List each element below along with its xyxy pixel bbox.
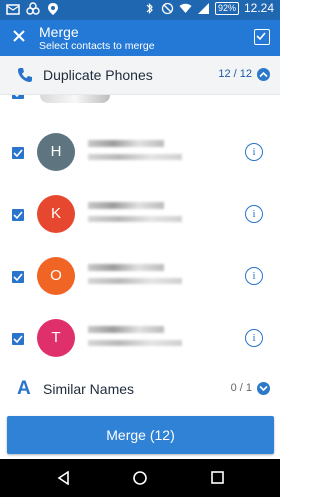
redacted-name	[88, 202, 164, 209]
list-item[interactable]: H i	[0, 123, 280, 185]
info-icon[interactable]: i	[245, 329, 263, 347]
navigation-bar	[0, 459, 280, 497]
merge-button[interactable]: Merge (12)	[7, 416, 274, 454]
redacted-phone	[88, 340, 182, 346]
similar-names-icon: A	[17, 378, 31, 399]
recents-icon[interactable]	[211, 471, 224, 484]
system-icons: 92% 12.24	[143, 1, 274, 15]
do-not-disturb-icon	[161, 2, 174, 14]
redacted-name	[88, 140, 164, 147]
section-similar-names[interactable]: A Similar Names 0 / 1	[0, 370, 280, 408]
avatar: T	[37, 319, 75, 357]
page-title: Merge	[39, 24, 79, 40]
contact-checkbox[interactable]	[12, 95, 24, 99]
wifi-icon	[179, 3, 192, 13]
redacted-name	[88, 326, 164, 333]
select-all-checkbox[interactable]	[254, 29, 270, 45]
redacted-name	[88, 264, 164, 271]
chevron-down-icon[interactable]	[257, 382, 270, 395]
section-duplicate-phones[interactable]: Duplicate Phones 12 / 12	[0, 56, 280, 95]
close-icon[interactable]	[12, 29, 26, 43]
home-icon[interactable]	[133, 471, 147, 485]
app-bar: Merge Select contacts to merge	[0, 20, 280, 56]
redacted-phone	[88, 278, 182, 284]
contact-checkbox[interactable]	[12, 271, 24, 283]
list-item[interactable]: O i	[0, 247, 280, 309]
chevron-up-icon[interactable]	[257, 68, 270, 81]
contact-checkbox[interactable]	[12, 209, 24, 221]
contact-checkbox[interactable]	[12, 147, 24, 159]
page-subtitle: Select contacts to merge	[39, 40, 155, 52]
phone-icon	[18, 68, 32, 82]
signal-icon	[197, 2, 209, 14]
avatar: K	[37, 195, 75, 233]
section-title: Similar Names	[43, 381, 135, 397]
clock: 12.24	[243, 1, 274, 15]
bluetooth-icon	[146, 2, 153, 14]
avatar: O	[37, 257, 75, 295]
section-count: 12 / 12	[218, 68, 252, 80]
contact-checkbox[interactable]	[12, 333, 24, 345]
notification-icons	[6, 2, 60, 16]
location-icon	[46, 2, 60, 16]
redacted-phone	[88, 154, 182, 160]
mail-icon	[6, 2, 20, 16]
contact-list[interactable]: H i K i O i T i	[0, 95, 280, 359]
info-icon[interactable]: i	[245, 267, 263, 285]
list-item-partial[interactable]	[0, 95, 280, 105]
list-item[interactable]: T i	[0, 309, 280, 359]
list-item[interactable]: K i	[0, 185, 280, 247]
back-icon[interactable]	[57, 471, 70, 485]
app-notification-icon	[26, 2, 40, 16]
status-bar: 92% 12.24	[0, 0, 280, 20]
info-icon[interactable]: i	[245, 143, 263, 161]
battery-indicator: 92%	[214, 1, 239, 15]
redacted-name	[40, 95, 110, 103]
section-title: Duplicate Phones	[43, 67, 153, 83]
info-icon[interactable]: i	[245, 205, 263, 223]
section-count: 0 / 1	[230, 382, 252, 394]
avatar: H	[37, 133, 75, 171]
redacted-phone	[88, 216, 182, 222]
